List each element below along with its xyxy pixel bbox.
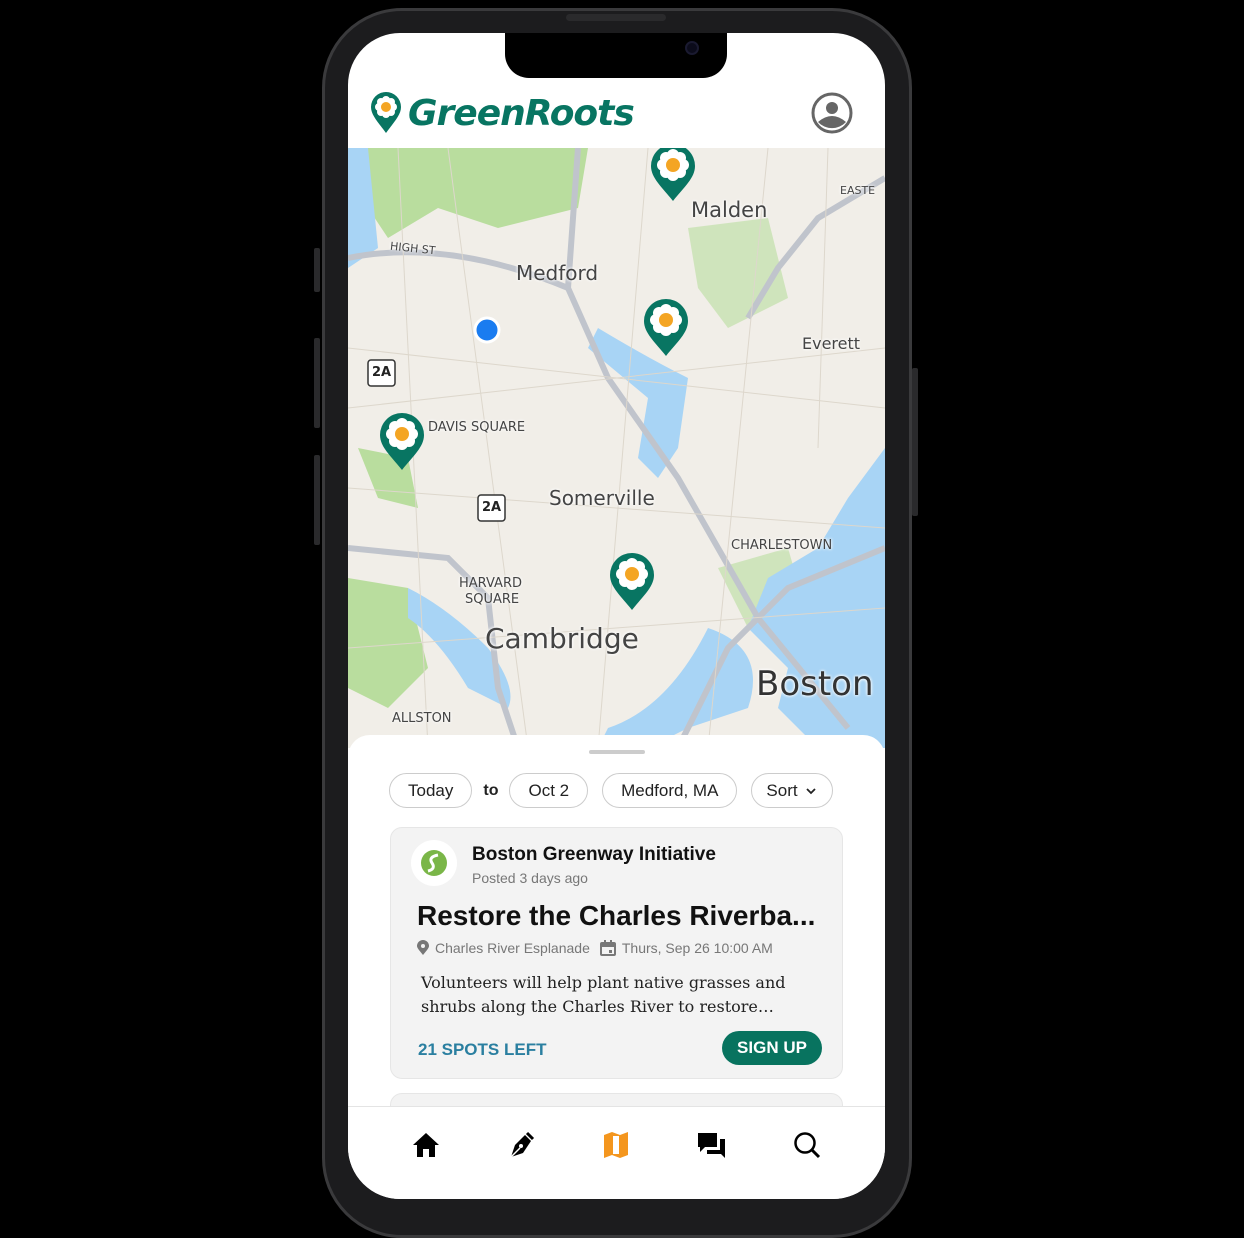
bottom-sheet: Today to Oct 2 Medford, MA Sort Boston G… xyxy=(348,735,885,1133)
map-label-davis-square: DAVIS SQUARE xyxy=(428,420,526,435)
app-header: GreenRoots xyxy=(348,78,885,148)
end-date-chip[interactable]: Oct 2 xyxy=(509,773,589,808)
org-leaf-logo-icon xyxy=(421,850,447,876)
pen-nib-icon xyxy=(510,1131,535,1158)
map-label-cambridge: Cambridge xyxy=(485,622,639,655)
mute-switch xyxy=(314,248,320,292)
location-pin-icon xyxy=(417,940,429,955)
sort-chip[interactable]: Sort xyxy=(751,773,833,808)
map-label-malden: Malden xyxy=(691,198,768,222)
sign-up-button[interactable]: SIGN UP xyxy=(722,1031,822,1065)
current-location-dot xyxy=(473,316,501,344)
map-label-somerville: Somerville xyxy=(549,486,655,510)
event-datetime: Thurs, Sep 26 10:00 AM xyxy=(621,940,773,956)
app-logo-text: GreenRoots xyxy=(408,92,635,134)
bottom-nav xyxy=(348,1106,885,1199)
logo-icon xyxy=(371,92,401,133)
event-pin-flower-icon[interactable] xyxy=(379,412,425,472)
location-chip[interactable]: Medford, MA xyxy=(602,773,738,808)
route-label: 2A xyxy=(372,365,392,380)
nav-map[interactable] xyxy=(596,1125,636,1165)
search-icon xyxy=(794,1132,821,1159)
event-location: Charles River Esplanade xyxy=(435,940,590,956)
org-name[interactable]: Boston Greenway Initiative xyxy=(472,844,716,866)
map-label-harvard: HARVARD xyxy=(459,576,522,591)
map-label-charlestown: CHARLESTOWN xyxy=(731,538,833,553)
filter-bar: Today to Oct 2 Medford, MA Sort xyxy=(389,773,833,808)
map-label-allston: ALLSTON xyxy=(392,711,452,726)
screen: GreenRoots 2A 2A Malden Medford Everett … xyxy=(348,33,885,1199)
to-label: to xyxy=(483,781,499,799)
volume-down-button xyxy=(314,455,320,545)
calendar-icon xyxy=(599,940,616,956)
nav-search[interactable] xyxy=(787,1125,827,1165)
chevron-down-icon xyxy=(805,787,816,794)
event-pin-flower-icon[interactable] xyxy=(650,148,696,203)
event-pin-flower-icon[interactable] xyxy=(643,298,689,358)
nav-home[interactable] xyxy=(406,1125,446,1165)
home-icon xyxy=(412,1133,439,1157)
event-pin-flower-icon[interactable] xyxy=(609,552,655,612)
org-avatar xyxy=(411,840,457,886)
speaker-grille xyxy=(566,14,666,21)
event-title[interactable]: Restore the Charles Riverba... xyxy=(417,900,815,932)
map-label-easte: EASTE xyxy=(840,184,876,197)
nav-messages[interactable] xyxy=(692,1125,732,1165)
posted-time: Posted 3 days ago xyxy=(472,870,588,886)
event-meta: Charles River Esplanade Thurs, Sep 26 10… xyxy=(417,940,773,956)
profile-icon[interactable] xyxy=(811,92,853,134)
start-date-chip[interactable]: Today xyxy=(389,773,473,808)
sort-label: Sort xyxy=(766,780,798,800)
map-canvas[interactable] xyxy=(348,148,885,748)
map-label-everett: Everett xyxy=(802,334,861,353)
map-label-square: SQUARE xyxy=(465,592,520,607)
route-label: 2A xyxy=(482,500,502,515)
chat-bubbles-icon xyxy=(697,1133,725,1158)
map-icon xyxy=(604,1132,629,1158)
spots-left: 21 SPOTS LEFT xyxy=(418,1040,547,1059)
map-view[interactable]: 2A 2A Malden Medford Everett DAVIS SQUAR… xyxy=(348,148,885,748)
front-camera xyxy=(685,41,699,55)
map-label-medford: Medford xyxy=(516,261,599,285)
map-label-boston: Boston xyxy=(756,664,874,704)
event-description: Volunteers will help plant native grasse… xyxy=(421,973,786,1016)
camera-notch xyxy=(505,33,727,78)
sheet-drag-handle[interactable] xyxy=(589,750,645,754)
power-button xyxy=(912,368,918,516)
volume-up-button xyxy=(314,338,320,428)
event-card[interactable]: Boston Greenway Initiative Posted 3 days… xyxy=(390,827,843,1079)
nav-create[interactable] xyxy=(501,1125,541,1165)
